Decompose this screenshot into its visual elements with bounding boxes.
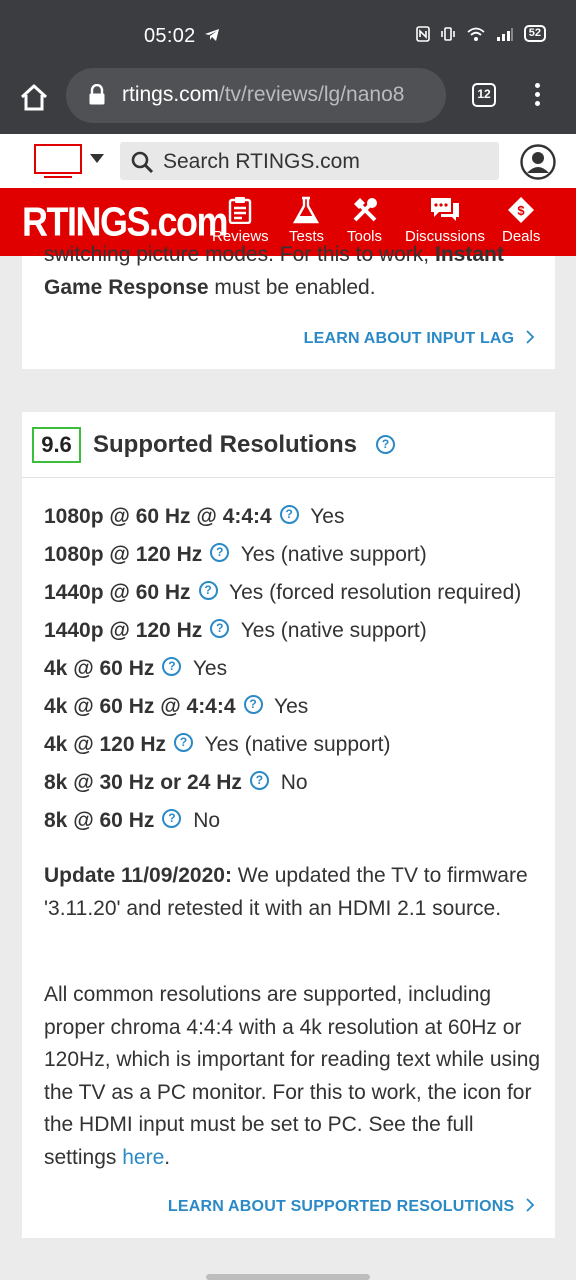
row-value: Yes xyxy=(192,657,228,680)
resolution-row: 4k @ 120 Hz? Yes (native support) xyxy=(44,732,391,757)
vibrate-icon xyxy=(440,26,455,41)
help-icon[interactable]: ? xyxy=(243,694,263,714)
row-value: Yes xyxy=(310,505,345,528)
learn-supported-resolutions-link[interactable]: LEARN ABOUT SUPPORTED RESOLUTIONS xyxy=(168,1198,535,1216)
chevron-right-icon xyxy=(526,330,535,344)
row-value: No xyxy=(193,809,221,832)
description-text: All common resolutions are supported, in… xyxy=(44,983,541,1169)
text-fragment: switching picture modes. For this to wor… xyxy=(44,243,435,266)
nav-discussions[interactable]: Discussions xyxy=(405,196,485,245)
row-value: Yes (native support) xyxy=(240,543,427,566)
help-icon[interactable]: ? xyxy=(198,580,218,600)
resolution-row: 1440p @ 120 Hz? Yes (native support) xyxy=(44,618,427,643)
resolution-row: 1080p @ 120 Hz? Yes (native support) xyxy=(44,542,427,567)
resolutions-description: All common resolutions are supported, in… xyxy=(44,979,544,1175)
resolution-row: 8k @ 60 Hz? No xyxy=(44,808,221,833)
update-label: Update 11/09/2020: xyxy=(44,864,232,887)
link-label: LEARN ABOUT INPUT LAG xyxy=(303,330,515,347)
card-title: Supported Resolutions xyxy=(93,431,357,458)
text-fragment: must be enabled. xyxy=(208,276,376,299)
site-header: Search RTINGS.com xyxy=(0,134,576,188)
url-text: rtings.com/tv/reviews/lg/nano8 xyxy=(122,83,434,107)
row-label: 4k @ 60 Hz xyxy=(44,657,155,680)
search-input[interactable]: Search RTINGS.com xyxy=(120,142,499,180)
row-label: 1440p @ 120 Hz xyxy=(44,619,203,642)
price-tag-icon: $ xyxy=(508,197,535,223)
home-icon[interactable] xyxy=(18,82,50,114)
card-text-cut: switching picture modes. For this to wor… xyxy=(44,243,504,267)
card-text-line: Game Response must be enabled. xyxy=(44,276,376,300)
url-host: rtings.com xyxy=(122,83,219,106)
row-value: Yes (forced resolution required) xyxy=(229,581,522,604)
help-icon[interactable]: ? xyxy=(210,542,230,562)
browser-menu-icon[interactable] xyxy=(532,83,542,109)
resolution-row: 1440p @ 60 Hz? Yes (forced resolution re… xyxy=(44,580,522,605)
tv-category-icon[interactable] xyxy=(34,144,82,178)
resolution-row: 1080p @ 60 Hz @ 4:4:4? Yes xyxy=(44,504,345,529)
wifi-icon xyxy=(467,27,485,41)
nav-label: Deals xyxy=(502,228,541,245)
text-bold-fragment: Instant xyxy=(434,243,504,266)
chevron-right-icon xyxy=(526,1198,535,1212)
telegram-icon xyxy=(205,29,219,41)
text-bold-fragment: Game Response xyxy=(44,276,209,299)
chat-icon xyxy=(431,198,460,221)
input-lag-card: switching picture modes. For this to wor… xyxy=(22,243,555,369)
help-icon[interactable]: ? xyxy=(210,618,230,638)
resolution-row: 4k @ 60 Hz? Yes xyxy=(44,656,228,681)
resolution-row: 4k @ 60 Hz @ 4:4:4? Yes xyxy=(44,694,309,719)
browser-toolbar: rtings.com/tv/reviews/lg/nano8 12 xyxy=(0,68,576,134)
learn-input-lag-link[interactable]: LEARN ABOUT INPUT LAG xyxy=(304,330,535,348)
search-placeholder: Search RTINGS.com xyxy=(163,150,360,173)
update-note: Update 11/09/2020: We updated the TV to … xyxy=(44,860,544,925)
row-label: 8k @ 30 Hz or 24 Hz xyxy=(44,771,242,794)
beaker-icon xyxy=(292,196,319,224)
row-value: Yes xyxy=(274,695,309,718)
help-icon[interactable]: ? xyxy=(279,504,299,524)
clipboard-icon xyxy=(229,197,252,224)
lock-icon xyxy=(89,84,105,105)
tab-switcher-button[interactable]: 12 xyxy=(472,83,496,107)
help-icon[interactable]: ? xyxy=(162,656,182,676)
nav-reviews[interactable]: Reviews xyxy=(212,196,269,245)
status-time: 05:02 xyxy=(144,25,196,47)
search-icon xyxy=(131,151,154,174)
divider xyxy=(22,477,555,478)
row-label: 8k @ 60 Hz xyxy=(44,809,155,832)
row-value: Yes (native support) xyxy=(204,733,391,756)
signal-icon xyxy=(496,27,513,41)
row-label: 1440p @ 60 Hz xyxy=(44,581,191,604)
row-value: Yes (native support) xyxy=(240,619,427,642)
nav-deals[interactable]: $ Deals xyxy=(502,196,540,245)
score-badge: 9.6 xyxy=(32,427,81,463)
nav-tools[interactable]: Tools xyxy=(347,196,382,245)
svg-text:$: $ xyxy=(518,203,526,218)
nfc-icon xyxy=(415,25,430,42)
row-label: 4k @ 120 Hz xyxy=(44,733,167,756)
row-label: 4k @ 60 Hz @ 4:4:4 xyxy=(44,695,236,718)
nav-tests[interactable]: Tests xyxy=(289,196,324,245)
status-icons: 52 xyxy=(415,25,546,42)
address-bar[interactable]: rtings.com/tv/reviews/lg/nano8 xyxy=(66,68,446,123)
row-value: No xyxy=(280,771,308,794)
settings-link[interactable]: here xyxy=(122,1146,164,1169)
gesture-bar xyxy=(206,1274,370,1280)
row-label: 1080p @ 60 Hz @ 4:4:4 xyxy=(44,505,272,528)
status-bar: 05:02 52 xyxy=(0,0,576,68)
help-icon[interactable]: ? xyxy=(376,435,395,454)
help-icon[interactable]: ? xyxy=(162,808,182,828)
resolution-row: 8k @ 30 Hz or 24 Hz? No xyxy=(44,770,308,795)
chevron-down-icon[interactable] xyxy=(90,154,104,164)
help-icon[interactable]: ? xyxy=(174,732,194,752)
battery-icon: 52 xyxy=(523,25,546,42)
link-label: LEARN ABOUT SUPPORTED RESOLUTIONS xyxy=(167,1198,515,1215)
supported-resolutions-card: 9.6 Supported Resolutions ? 1080p @ 60 H… xyxy=(22,412,555,1238)
row-label: 1080p @ 120 Hz xyxy=(44,543,203,566)
help-icon[interactable]: ? xyxy=(249,770,269,790)
tools-icon xyxy=(353,198,377,222)
url-path: /tv/reviews/lg/nano8 xyxy=(218,83,405,106)
site-logo[interactable]: RTINGS.com xyxy=(22,198,229,245)
account-icon[interactable] xyxy=(520,144,556,180)
description-end: . xyxy=(164,1145,171,1169)
